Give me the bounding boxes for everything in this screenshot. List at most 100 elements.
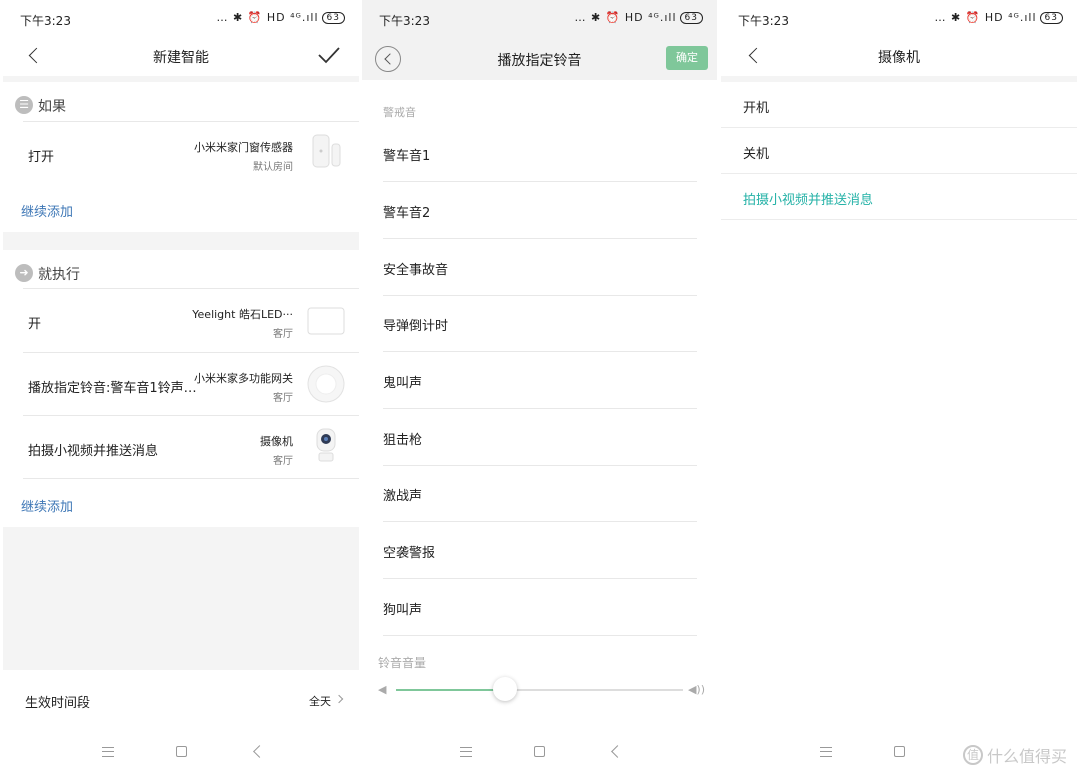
- ringtone-item[interactable]: 激战声: [383, 465, 697, 522]
- battery-icon: 63: [321, 11, 345, 24]
- ringtone-item[interactable]: 警车音2: [383, 182, 697, 239]
- title-bar: 新建智能: [3, 38, 359, 76]
- action-device: 摄像机 客厅: [260, 433, 293, 467]
- option-item[interactable]: 开机: [721, 82, 1077, 128]
- ringtone-label: 警车音2: [383, 206, 431, 221]
- status-time: 下午3:23: [20, 14, 71, 28]
- status-icons-text: … ✱ ⏰ HD ⁴ᴳ.ıll: [574, 11, 677, 24]
- action-row[interactable]: 开 Yeelight 皓石LED··· 客厅: [3, 289, 359, 352]
- chevron-right-icon: [334, 694, 344, 704]
- add-action-row: 继续添加: [3, 479, 359, 527]
- ringtone-item[interactable]: 警车音1: [383, 125, 697, 182]
- volume-high-icon: ◀)): [687, 683, 705, 696]
- camera-action-screen: 下午3:23 … ✱ ⏰ HD ⁴ᴳ.ıll 63 摄像机 开机 关机 拍摄小视…: [721, 0, 1077, 777]
- menu-icon[interactable]: [820, 747, 832, 757]
- condition-device-name: 小米米家门窗传感器: [194, 141, 293, 154]
- option-item[interactable]: 关机: [721, 128, 1077, 174]
- ringtone-item[interactable]: 鬼叫声: [383, 352, 697, 409]
- status-time: 下午3:23: [379, 14, 430, 28]
- volume-slider[interactable]: [396, 677, 683, 701]
- action-device-room: 客厅: [273, 329, 293, 340]
- confirm-button[interactable]: 确定: [666, 46, 708, 70]
- page-title: 新建智能: [153, 50, 209, 66]
- action-device: Yeelight 皓石LED··· 客厅: [192, 306, 293, 340]
- title-bar: 摄像机: [721, 38, 1077, 76]
- ringtone-picker-screen: 下午3:23 … ✱ ⏰ HD ⁴ᴳ.ıll 63 播放指定铃音 确定 警戒音 …: [362, 0, 717, 777]
- ringtone-item[interactable]: 安全事故音: [383, 239, 697, 296]
- status-bar: 下午3:23 … ✱ ⏰ HD ⁴ᴳ.ıll 63: [3, 0, 359, 38]
- page-title: 摄像机: [878, 50, 920, 66]
- system-nav-bar: [3, 729, 359, 777]
- watermark-logo-icon: 值: [962, 745, 983, 765]
- action-row[interactable]: 拍摄小视频并推送消息 摄像机 客厅: [3, 416, 359, 478]
- add-condition-row: 继续添加: [3, 184, 359, 232]
- action-title: 播放指定铃音:警车音1铃声…: [28, 381, 197, 396]
- ringtone-item[interactable]: 狗叫声: [383, 579, 697, 636]
- status-icons-text: … ✱ ⏰ HD ⁴ᴳ.ıll: [934, 11, 1037, 24]
- door-sensor-icon: [312, 134, 341, 168]
- action-device-room: 客厅: [273, 393, 293, 404]
- menu-icon[interactable]: [460, 747, 472, 757]
- volume-slider-thumb[interactable]: [493, 677, 518, 701]
- camera-icon: [316, 428, 336, 462]
- action-title: 开: [28, 317, 42, 332]
- ringtone-label: 鬼叫声: [383, 376, 423, 391]
- action-device-name: 小米米家多功能网关: [194, 372, 293, 385]
- watermark: 值 什么值得买: [962, 743, 1067, 767]
- action-row[interactable]: 播放指定铃音:警车音1铃声… 小米米家多功能网关 客厅: [3, 353, 359, 415]
- menu-icon[interactable]: [102, 747, 114, 757]
- if-section-label: 如果: [38, 99, 66, 115]
- volume-low-icon: ◀: [378, 683, 387, 696]
- ringtone-item[interactable]: 导弹倒计时: [383, 295, 697, 352]
- option-item-selected[interactable]: 拍摄小视频并推送消息: [721, 174, 1077, 220]
- section-gap: [3, 232, 359, 250]
- status-bar: 下午3:23 … ✱ ⏰ HD ⁴ᴳ.ıll 63: [721, 0, 1077, 38]
- back-nav-icon[interactable]: [611, 745, 624, 758]
- time-range-label: 生效时间段: [25, 696, 91, 711]
- ringtone-item[interactable]: 狙击枪: [383, 409, 697, 466]
- ringtone-item[interactable]: 空袭警报: [383, 522, 697, 579]
- back-nav-icon[interactable]: [253, 745, 266, 758]
- time-range-value: 全天: [309, 695, 331, 708]
- option-label: 拍摄小视频并推送消息: [743, 193, 874, 208]
- volume-slider-fill: [396, 689, 506, 691]
- empty-area: [3, 527, 359, 670]
- led-light-icon: [307, 307, 345, 335]
- arrow-right-icon: ➜: [15, 264, 33, 282]
- then-section-label: 就执行: [38, 267, 80, 283]
- status-icons: … ✱ ⏰ HD ⁴ᴳ.ıll 63: [934, 11, 1063, 24]
- category-label: 警戒音: [383, 106, 416, 119]
- action-title: 拍摄小视频并推送消息: [28, 444, 159, 459]
- home-icon[interactable]: [176, 746, 187, 757]
- ringtone-label: 警车音1: [383, 149, 431, 164]
- home-icon[interactable]: [534, 746, 545, 757]
- list-icon: ☰: [15, 96, 33, 114]
- status-icons-text: … ✱ ⏰ HD ⁴ᴳ.ıll: [216, 11, 319, 24]
- battery-icon: 63: [679, 11, 703, 24]
- status-bar: 下午3:23 … ✱ ⏰ HD ⁴ᴳ.ıll 63: [362, 0, 717, 38]
- status-time: 下午3:23: [738, 14, 789, 28]
- title-bar: 播放指定铃音 确定: [362, 38, 717, 80]
- action-device-name: 摄像机: [260, 435, 293, 448]
- status-icons: … ✱ ⏰ HD ⁴ᴳ.ıll 63: [216, 11, 345, 24]
- action-device-room: 客厅: [273, 456, 293, 467]
- ringtone-label: 空袭警报: [383, 546, 436, 561]
- ringtone-label: 导弹倒计时: [383, 319, 449, 334]
- ringtone-label: 狙击枪: [383, 433, 423, 448]
- ringtone-label: 狗叫声: [383, 603, 423, 618]
- status-icons: … ✱ ⏰ HD ⁴ᴳ.ıll 63: [574, 11, 703, 24]
- condition-device-room: 默认房间: [253, 162, 293, 173]
- check-icon[interactable]: [317, 44, 341, 66]
- page-title: 播放指定铃音: [497, 53, 582, 69]
- volume-label: 铃音音量: [378, 656, 427, 670]
- condition-row[interactable]: 打开 小米米家门窗传感器 默认房间: [3, 122, 359, 184]
- add-condition-link[interactable]: 继续添加: [21, 201, 73, 220]
- home-icon[interactable]: [894, 746, 905, 757]
- time-range-row[interactable]: 生效时间段 全天: [3, 670, 359, 728]
- condition-device: 小米米家门窗传感器 默认房间: [194, 139, 293, 173]
- action-device: 小米米家多功能网关 客厅: [194, 370, 293, 404]
- action-device-name: Yeelight 皓石LED···: [192, 308, 293, 321]
- battery-icon: 63: [1039, 11, 1063, 24]
- add-action-link[interactable]: 继续添加: [21, 496, 73, 515]
- ringtone-label: 激战声: [383, 489, 423, 504]
